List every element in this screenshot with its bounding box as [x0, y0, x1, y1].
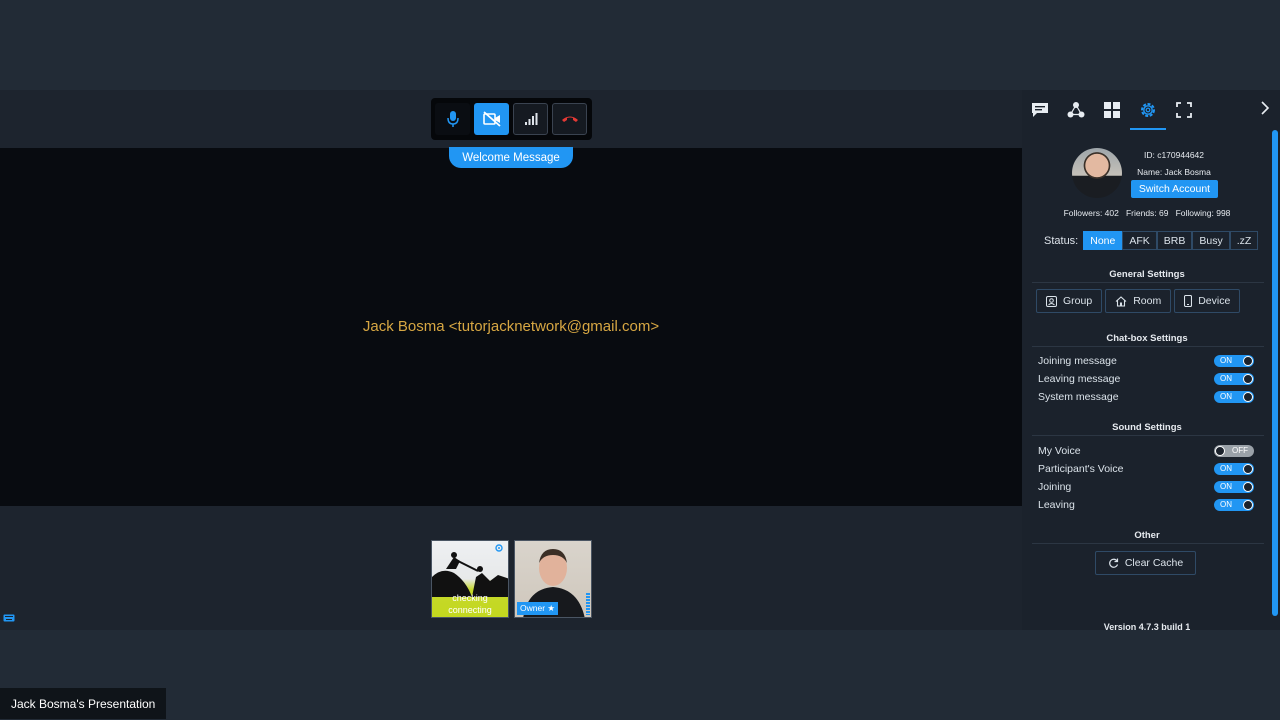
setting-label: My Voice: [1038, 445, 1081, 457]
leaving-message-toggle[interactable]: ON: [1214, 373, 1254, 385]
group-settings-button[interactable]: Group: [1036, 289, 1103, 313]
switch-account-button[interactable]: Switch Account: [1131, 180, 1218, 198]
thumbnail-status-checking: checking: [452, 593, 488, 603]
followers-count: Followers: 402: [1063, 208, 1119, 218]
microphone-icon: [446, 111, 459, 127]
sound-settings-title: Sound Settings: [1112, 422, 1182, 433]
general-settings-title: General Settings: [1109, 269, 1185, 280]
user-name: Name: Jack Bosma: [1137, 167, 1211, 177]
video-app: Jack Bosma <tutorjacknetwork@gmail.com>: [0, 90, 1280, 632]
share-network-icon: [1067, 102, 1085, 118]
tab-fullscreen[interactable]: [1166, 90, 1202, 130]
setting-leaving-sound: Leaving ON: [1038, 497, 1254, 513]
group-icon: [1046, 295, 1057, 307]
status-afk-button[interactable]: AFK: [1122, 231, 1157, 250]
device-settings-button[interactable]: Device: [1174, 289, 1241, 313]
user-id: ID: c170944642: [1143, 150, 1205, 160]
hang-up-button[interactable]: [552, 103, 587, 135]
setting-label: System message: [1038, 391, 1119, 403]
presentation-title: Jack Bosma's Presentation: [0, 688, 167, 719]
joining-sound-toggle[interactable]: ON: [1214, 481, 1254, 493]
setting-joining-message: Joining message ON: [1038, 353, 1254, 369]
divider: [1032, 346, 1264, 347]
chatbox-settings-title: Chat-box Settings: [1106, 333, 1188, 344]
status-sleep-button[interactable]: .zZ: [1229, 231, 1259, 250]
setting-label: Leaving message: [1038, 373, 1121, 385]
status-none-button[interactable]: None: [1083, 231, 1123, 250]
status-selector: Status: None AFK BRB Busy .zZ: [1044, 231, 1259, 250]
video-toggle-button[interactable]: [474, 103, 509, 135]
tab-share[interactable]: [1058, 90, 1094, 130]
presenter-name: Jack Bosma <tutorjacknetwork@gmail.com>: [362, 318, 660, 335]
grid-icon: [1104, 102, 1120, 118]
setting-my-voice: My Voice OFF: [1038, 443, 1254, 459]
panel-scrollbar[interactable]: [1272, 130, 1278, 616]
fullscreen-icon: [1176, 102, 1192, 118]
main-video-stage: Jack Bosma <tutorjacknetwork@gmail.com>: [0, 148, 1022, 506]
owner-badge: Owner ★: [517, 602, 559, 615]
status-brb-button[interactable]: BRB: [1156, 231, 1193, 250]
welcome-message-button[interactable]: Welcome Message: [449, 147, 573, 168]
gear-icon: [1141, 103, 1155, 117]
keyboard-icon[interactable]: [3, 614, 15, 622]
participant-thumbnail-owner[interactable]: Owner ★: [514, 540, 592, 618]
hang-up-icon: [561, 116, 578, 122]
refresh-icon: [1108, 558, 1118, 568]
participant-thumbnail[interactable]: checking connecting: [431, 540, 509, 618]
status-label: Status:: [1044, 234, 1079, 247]
friends-count: Friends: 69: [1125, 208, 1169, 218]
device-label: Device: [1198, 295, 1231, 307]
call-controls: [431, 98, 592, 140]
other-settings-title: Other: [1134, 530, 1160, 541]
chat-icon: [1032, 103, 1048, 117]
group-label: Group: [1063, 295, 1093, 307]
setting-label: Leaving: [1038, 499, 1075, 511]
follow-stats: Followers: 402 Friends: 69 Following: 99…: [1022, 208, 1272, 218]
setting-label: Participant's Voice: [1038, 463, 1124, 475]
setting-joining-sound: Joining ON: [1038, 479, 1254, 495]
general-settings-buttons: Group Room Device: [1036, 289, 1241, 313]
clear-cache-button[interactable]: Clear Cache: [1095, 551, 1196, 575]
audio-level-meter: [586, 593, 590, 615]
participant-thumbnails: checking connecting Owner ★: [431, 540, 592, 618]
setting-system-message: System message ON: [1038, 389, 1254, 405]
leaving-sound-toggle[interactable]: ON: [1214, 499, 1254, 511]
home-icon: [1115, 295, 1127, 307]
divider: [1032, 543, 1264, 544]
setting-label: Joining: [1038, 481, 1072, 493]
setting-leaving-message: Leaving message ON: [1038, 371, 1254, 387]
connection-quality-button[interactable]: [513, 103, 548, 135]
video-off-icon: [482, 111, 501, 127]
room-label: Room: [1133, 295, 1162, 307]
divider: [1032, 282, 1264, 283]
microphone-button[interactable]: [435, 103, 470, 135]
my-voice-toggle[interactable]: OFF: [1214, 445, 1254, 457]
climber-image: [432, 552, 508, 597]
status-busy-button[interactable]: Busy: [1192, 231, 1230, 250]
participants-voice-toggle[interactable]: ON: [1214, 463, 1254, 475]
gear-icon[interactable]: [494, 543, 504, 553]
joining-message-toggle[interactable]: ON: [1214, 355, 1254, 367]
setting-label: Joining message: [1038, 355, 1117, 367]
following-count: Following: 998: [1175, 208, 1231, 218]
version-label: Version 4.7.3 build 1: [1103, 622, 1191, 632]
tab-chat[interactable]: [1022, 90, 1058, 130]
phone-icon: [1184, 295, 1193, 307]
tab-grid[interactable]: [1094, 90, 1130, 130]
system-message-toggle[interactable]: ON: [1214, 391, 1254, 403]
chevron-right-icon[interactable]: [1260, 100, 1270, 116]
settings-panel: ID: c170944642 Name: Jack Bosma Switch A…: [1022, 90, 1280, 632]
signal-icon: [524, 113, 537, 125]
setting-participants-voice: Participant's Voice ON: [1038, 461, 1254, 477]
panel-tabs: [1022, 90, 1280, 130]
room-settings-button[interactable]: Room: [1105, 289, 1172, 313]
clear-cache-label: Clear Cache: [1124, 557, 1184, 569]
tab-settings[interactable]: [1130, 90, 1166, 130]
avatar: [1072, 148, 1122, 198]
divider: [1032, 435, 1264, 436]
thumbnail-status-connecting: connecting: [448, 605, 492, 615]
